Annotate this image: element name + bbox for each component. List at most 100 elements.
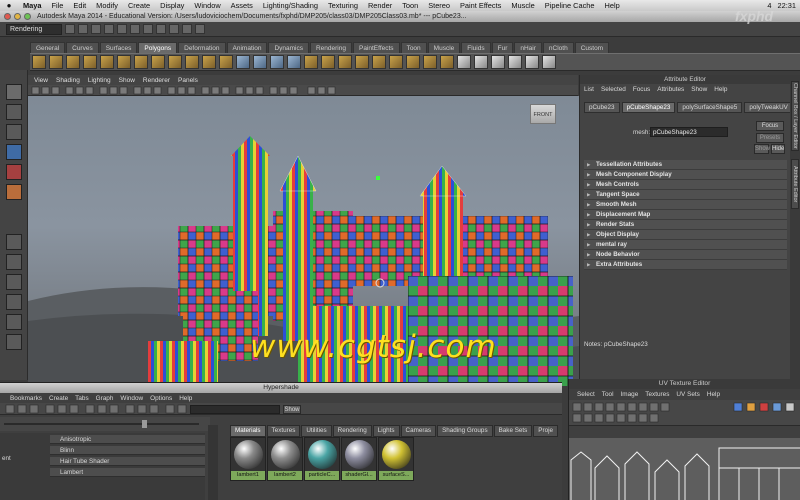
- lasso-tool-icon[interactable]: [6, 104, 22, 120]
- poly-soccer-ball-icon[interactable]: [202, 55, 216, 69]
- insert-edge-loop-icon[interactable]: [389, 55, 403, 69]
- hs-tab-materials[interactable]: Materials: [230, 425, 266, 437]
- presets-button[interactable]: Presets: [756, 133, 784, 143]
- shelf-tab-ncloth[interactable]: nCloth: [542, 42, 574, 53]
- select-hierarchy-icon[interactable]: [104, 24, 114, 34]
- uv-layout-icon[interactable]: [542, 55, 556, 69]
- poly-prism-icon[interactable]: [134, 55, 148, 69]
- snap-grid-icon[interactable]: [143, 24, 153, 34]
- ae-tab-pcube23[interactable]: pCube23: [584, 102, 620, 113]
- menu-render[interactable]: Render: [363, 1, 397, 10]
- rotate-tool-icon[interactable]: [6, 164, 22, 180]
- ae-menu-help[interactable]: Help: [714, 86, 727, 93]
- list-item-anisotropic[interactable]: Anisotropic: [50, 435, 205, 444]
- menu-create[interactable]: Create: [123, 1, 155, 10]
- material-swatch-surfaceshader[interactable]: surfaceS...: [378, 437, 414, 481]
- minimize-window-button[interactable]: [14, 13, 21, 20]
- poly-platonic-icon[interactable]: [219, 55, 233, 69]
- poly-sphere-icon[interactable]: [32, 55, 46, 69]
- shelf-tab-dynamics[interactable]: Dynamics: [268, 42, 309, 53]
- apple-icon[interactable]: ●: [0, 1, 18, 10]
- extrude-icon[interactable]: [304, 55, 318, 69]
- section-smooth-mesh[interactable]: Smooth Mesh: [584, 200, 787, 210]
- shelf-tab-animation[interactable]: Animation: [226, 42, 268, 53]
- menu-file[interactable]: File: [47, 1, 69, 10]
- viewport-menu-panels[interactable]: Panels: [178, 77, 198, 84]
- fill-hole-icon[interactable]: [355, 55, 369, 69]
- hs-tab-projects[interactable]: Proje: [533, 425, 558, 437]
- side-by-side-layout-icon[interactable]: [6, 274, 22, 290]
- menu-app[interactable]: Maya: [18, 1, 47, 10]
- channel-box-tab[interactable]: Channel Box / Layer Editor: [791, 81, 799, 151]
- viewcube[interactable]: FRONT: [530, 104, 556, 124]
- bevel-icon[interactable]: [406, 55, 420, 69]
- new-scene-icon[interactable]: [65, 24, 75, 34]
- section-object-display[interactable]: Object Display: [584, 230, 787, 240]
- menu-lighting-shading[interactable]: Lighting/Shading: [258, 1, 323, 10]
- list-item-blinn[interactable]: Blinn: [50, 446, 205, 455]
- ae-menu-attributes[interactable]: Attributes: [657, 86, 684, 93]
- select-tool-icon[interactable]: [6, 84, 22, 100]
- menu-paint-effects[interactable]: Paint Effects: [455, 1, 506, 10]
- section-mesh-component-display[interactable]: Mesh Component Display: [584, 170, 787, 180]
- viewport-icons[interactable]: [28, 85, 578, 96]
- menu-help[interactable]: Help: [600, 1, 625, 10]
- merge-icon[interactable]: [423, 55, 437, 69]
- poly-cylinder-icon[interactable]: [66, 55, 80, 69]
- uv-tool-icons[interactable]: [569, 400, 800, 426]
- ae-menu-list[interactable]: List: [584, 86, 594, 93]
- spherical-map-icon[interactable]: [491, 55, 505, 69]
- snap-point-icon[interactable]: [169, 24, 179, 34]
- shelf-tab-general[interactable]: General: [30, 42, 66, 53]
- shelf-tab-polygons[interactable]: Polygons: [138, 42, 178, 53]
- shelf-tab-deformation[interactable]: Deformation: [178, 42, 226, 53]
- hs-tab-lights[interactable]: Lights: [372, 425, 400, 437]
- menu-assets[interactable]: Assets: [226, 1, 258, 10]
- single-pane-layout-icon[interactable]: [6, 234, 22, 250]
- menu-toon[interactable]: Toon: [397, 1, 423, 10]
- hs-menu-options[interactable]: Options: [150, 395, 172, 402]
- menu-display[interactable]: Display: [155, 1, 189, 10]
- section-render-stats[interactable]: Render Stats: [584, 220, 787, 230]
- material-swatch-shaderglow[interactable]: shaderGl...: [341, 437, 377, 481]
- scale-tool-icon[interactable]: [6, 184, 22, 200]
- hypershade-show-button[interactable]: Show: [283, 405, 301, 414]
- menu-window[interactable]: Window: [189, 1, 225, 10]
- list-item-lambert[interactable]: Lambert: [50, 468, 205, 477]
- hypershade-slider-handle[interactable]: [142, 420, 147, 428]
- select-component-icon[interactable]: [130, 24, 140, 34]
- uv-menu-image[interactable]: Image: [621, 391, 639, 398]
- shelf-tab-curves[interactable]: Curves: [66, 42, 99, 53]
- hypershade-slider-track[interactable]: [4, 423, 199, 425]
- perspective-viewport[interactable]: FRONT www.cgtsj.com: [28, 96, 579, 386]
- menu-stereo[interactable]: Stereo: [423, 1, 455, 10]
- planar-map-icon[interactable]: [457, 55, 471, 69]
- viewport-menu-show[interactable]: Show: [119, 77, 135, 84]
- save-scene-icon[interactable]: [91, 24, 101, 34]
- menu-edit[interactable]: Edit: [68, 1, 91, 10]
- hypershade-tool-icons[interactable]: [4, 403, 189, 415]
- material-swatch-lambert2[interactable]: lambert2: [267, 437, 303, 481]
- viewport-menu-shading[interactable]: Shading: [56, 77, 80, 84]
- hs-tab-bake-sets[interactable]: Bake Sets: [493, 425, 533, 437]
- hs-tab-textures[interactable]: Textures: [266, 425, 301, 437]
- smooth-icon[interactable]: [287, 55, 301, 69]
- poly-helix-icon[interactable]: [185, 55, 199, 69]
- ae-tab-pcubeshape23[interactable]: pCubeShape23: [621, 102, 676, 113]
- list-item-hair-tube-shader[interactable]: Hair Tube Shader: [50, 457, 205, 466]
- viewport-menu-lighting[interactable]: Lighting: [88, 77, 111, 84]
- focus-button[interactable]: Focus: [756, 121, 784, 131]
- shelf-tab-fluids[interactable]: Fluids: [461, 42, 491, 53]
- split-polygon-icon[interactable]: [372, 55, 386, 69]
- menu-muscle[interactable]: Muscle: [506, 1, 539, 10]
- ae-tab-polysurfaceshape5[interactable]: polySurfaceShape5: [677, 102, 743, 113]
- persp-outliner-layout-icon[interactable]: [6, 314, 22, 330]
- bridge-icon[interactable]: [321, 55, 335, 69]
- hs-menu-create[interactable]: Create: [49, 395, 68, 402]
- shelf-tab-rendering[interactable]: Rendering: [309, 42, 352, 53]
- ae-menu-selected[interactable]: Selected: [601, 86, 626, 93]
- uv-menu-help[interactable]: Help: [707, 391, 720, 398]
- shelf-tab-muscle[interactable]: Muscle: [427, 42, 461, 53]
- open-scene-icon[interactable]: [78, 24, 88, 34]
- viewport-menu-renderer[interactable]: Renderer: [143, 77, 170, 84]
